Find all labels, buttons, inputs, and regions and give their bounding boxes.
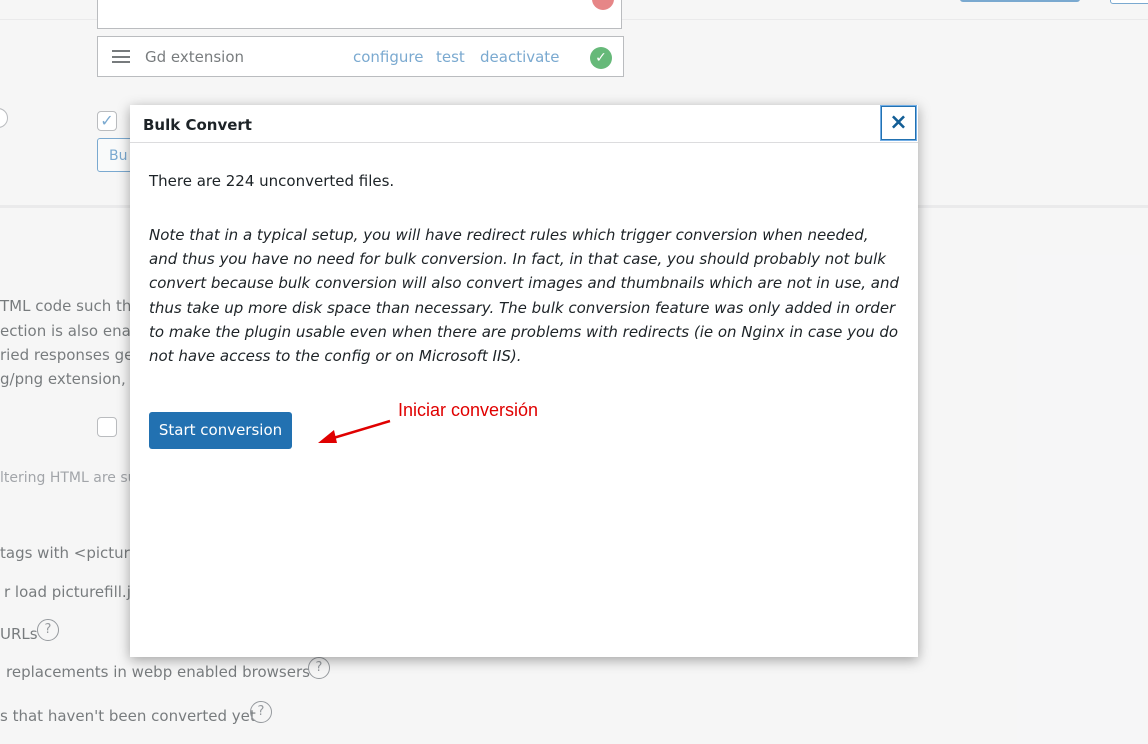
unconverted-count-text: There are 224 unconverted files. [149, 172, 395, 190]
close-icon[interactable]: × [880, 105, 917, 141]
dialog-header: Bulk Convert × [130, 105, 918, 143]
dialog-title: Bulk Convert [143, 116, 252, 134]
bulk-conversion-note: Note that in a typical setup, you will h… [149, 226, 899, 366]
start-conversion-button[interactable]: Start conversion [149, 412, 292, 449]
annotation-arrow-icon [318, 419, 391, 443]
annotation-label: Iniciar conversión [398, 400, 539, 420]
bulk-convert-dialog: Bulk Convert × There are 224 unconverted… [130, 105, 918, 657]
